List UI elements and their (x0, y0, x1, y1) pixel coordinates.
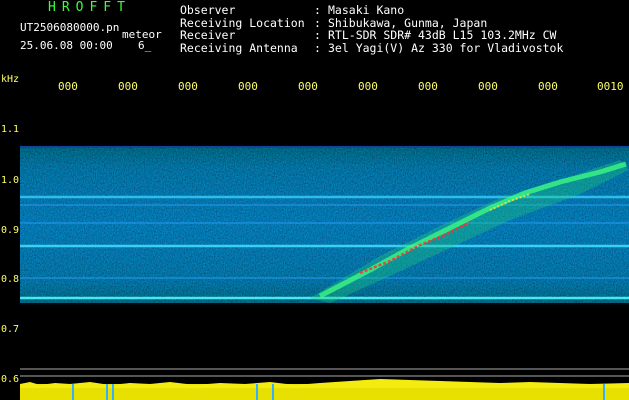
spectrogram (20, 98, 629, 400)
file-name: UT2506080000.pn (20, 21, 120, 34)
time-label: 000 (298, 80, 318, 93)
power-strip-marker (72, 384, 74, 400)
freq-label: 0.7 (1, 324, 20, 335)
time-label: 000 (178, 80, 198, 93)
time-label: 000 (358, 80, 378, 93)
time-label: 000 (538, 80, 558, 93)
time-label: 000 (478, 80, 498, 93)
time-label: 0010 (597, 80, 624, 93)
info-antenna: Receiving Antenna : 3el Yagi(V) Az 330 f… (180, 40, 564, 55)
time-label: 000 (118, 80, 138, 93)
hrofft-screen: HROFFT UT2506080000.pn meteor 25.06.08 0… (0, 0, 629, 400)
power-strip-marker (256, 384, 258, 400)
time-label: 000 (58, 80, 78, 93)
date-time: 25.06.08 00:00 (20, 39, 113, 52)
freq-label: 0.8 (1, 274, 20, 285)
freq-unit-label: kHz (1, 74, 20, 85)
app-title: HROFFT (48, 0, 131, 15)
freq-label: 0.6 (1, 374, 20, 385)
power-strip-marker (603, 384, 605, 400)
info-receiver: Receiver : RTL-SDR SDR# 43dB L15 103.2MH… (180, 28, 557, 42)
info-observer: Observer : Masaki Kano (180, 3, 405, 17)
power-strip-marker (272, 384, 274, 400)
time-label: 000 (238, 80, 258, 93)
freq-label: 0.9 (1, 225, 20, 236)
time-label: 000 (418, 80, 438, 93)
freq-label: 1.1 (1, 124, 20, 135)
station-info: Observer : Masaki Kano Receiving Locatio… (180, 4, 563, 54)
freq-label: 1.0 (1, 175, 20, 186)
power-strip-marker (112, 384, 114, 400)
power-strip-marker (106, 384, 108, 400)
noise-texture (20, 148, 629, 303)
meteor-count: 6_ (138, 39, 152, 52)
